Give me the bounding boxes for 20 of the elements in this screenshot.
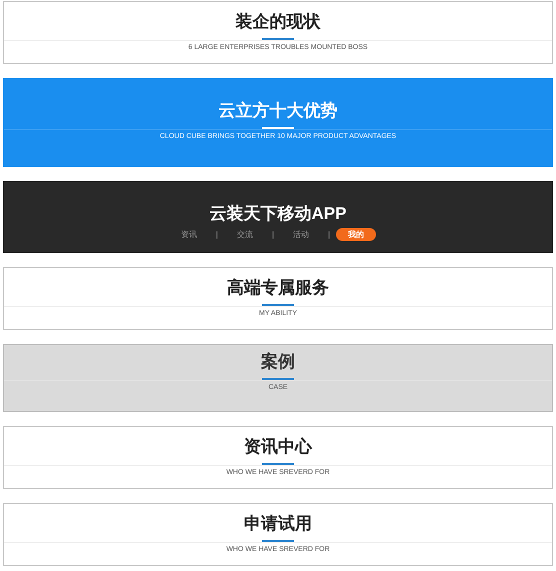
- section-title: 申请试用: [244, 513, 312, 535]
- nav-separator: |: [216, 229, 218, 241]
- section-title: 云立方十大优势: [218, 100, 338, 122]
- nav-separator: |: [328, 229, 330, 241]
- section-title: 资讯中心: [244, 436, 312, 458]
- section-title: 装企的现状: [236, 11, 320, 33]
- nav-tab[interactable]: 交流: [236, 228, 254, 241]
- title-underline: [262, 463, 294, 465]
- title-underline: [262, 540, 294, 542]
- nav-tab[interactable]: 活动: [292, 228, 310, 241]
- title-underline: [262, 304, 294, 306]
- section-title: 案例: [261, 351, 295, 373]
- nav-separator: |: [272, 229, 274, 241]
- title-underline: [262, 38, 294, 40]
- section-title: 高端专属服务: [227, 277, 329, 299]
- title-underline: [262, 127, 294, 129]
- nav-tab[interactable]: 资讯: [180, 228, 198, 241]
- nav-tab[interactable]: 我的: [336, 228, 376, 241]
- section-title: 云装天下移动APP: [210, 203, 346, 225]
- title-underline: [262, 378, 294, 380]
